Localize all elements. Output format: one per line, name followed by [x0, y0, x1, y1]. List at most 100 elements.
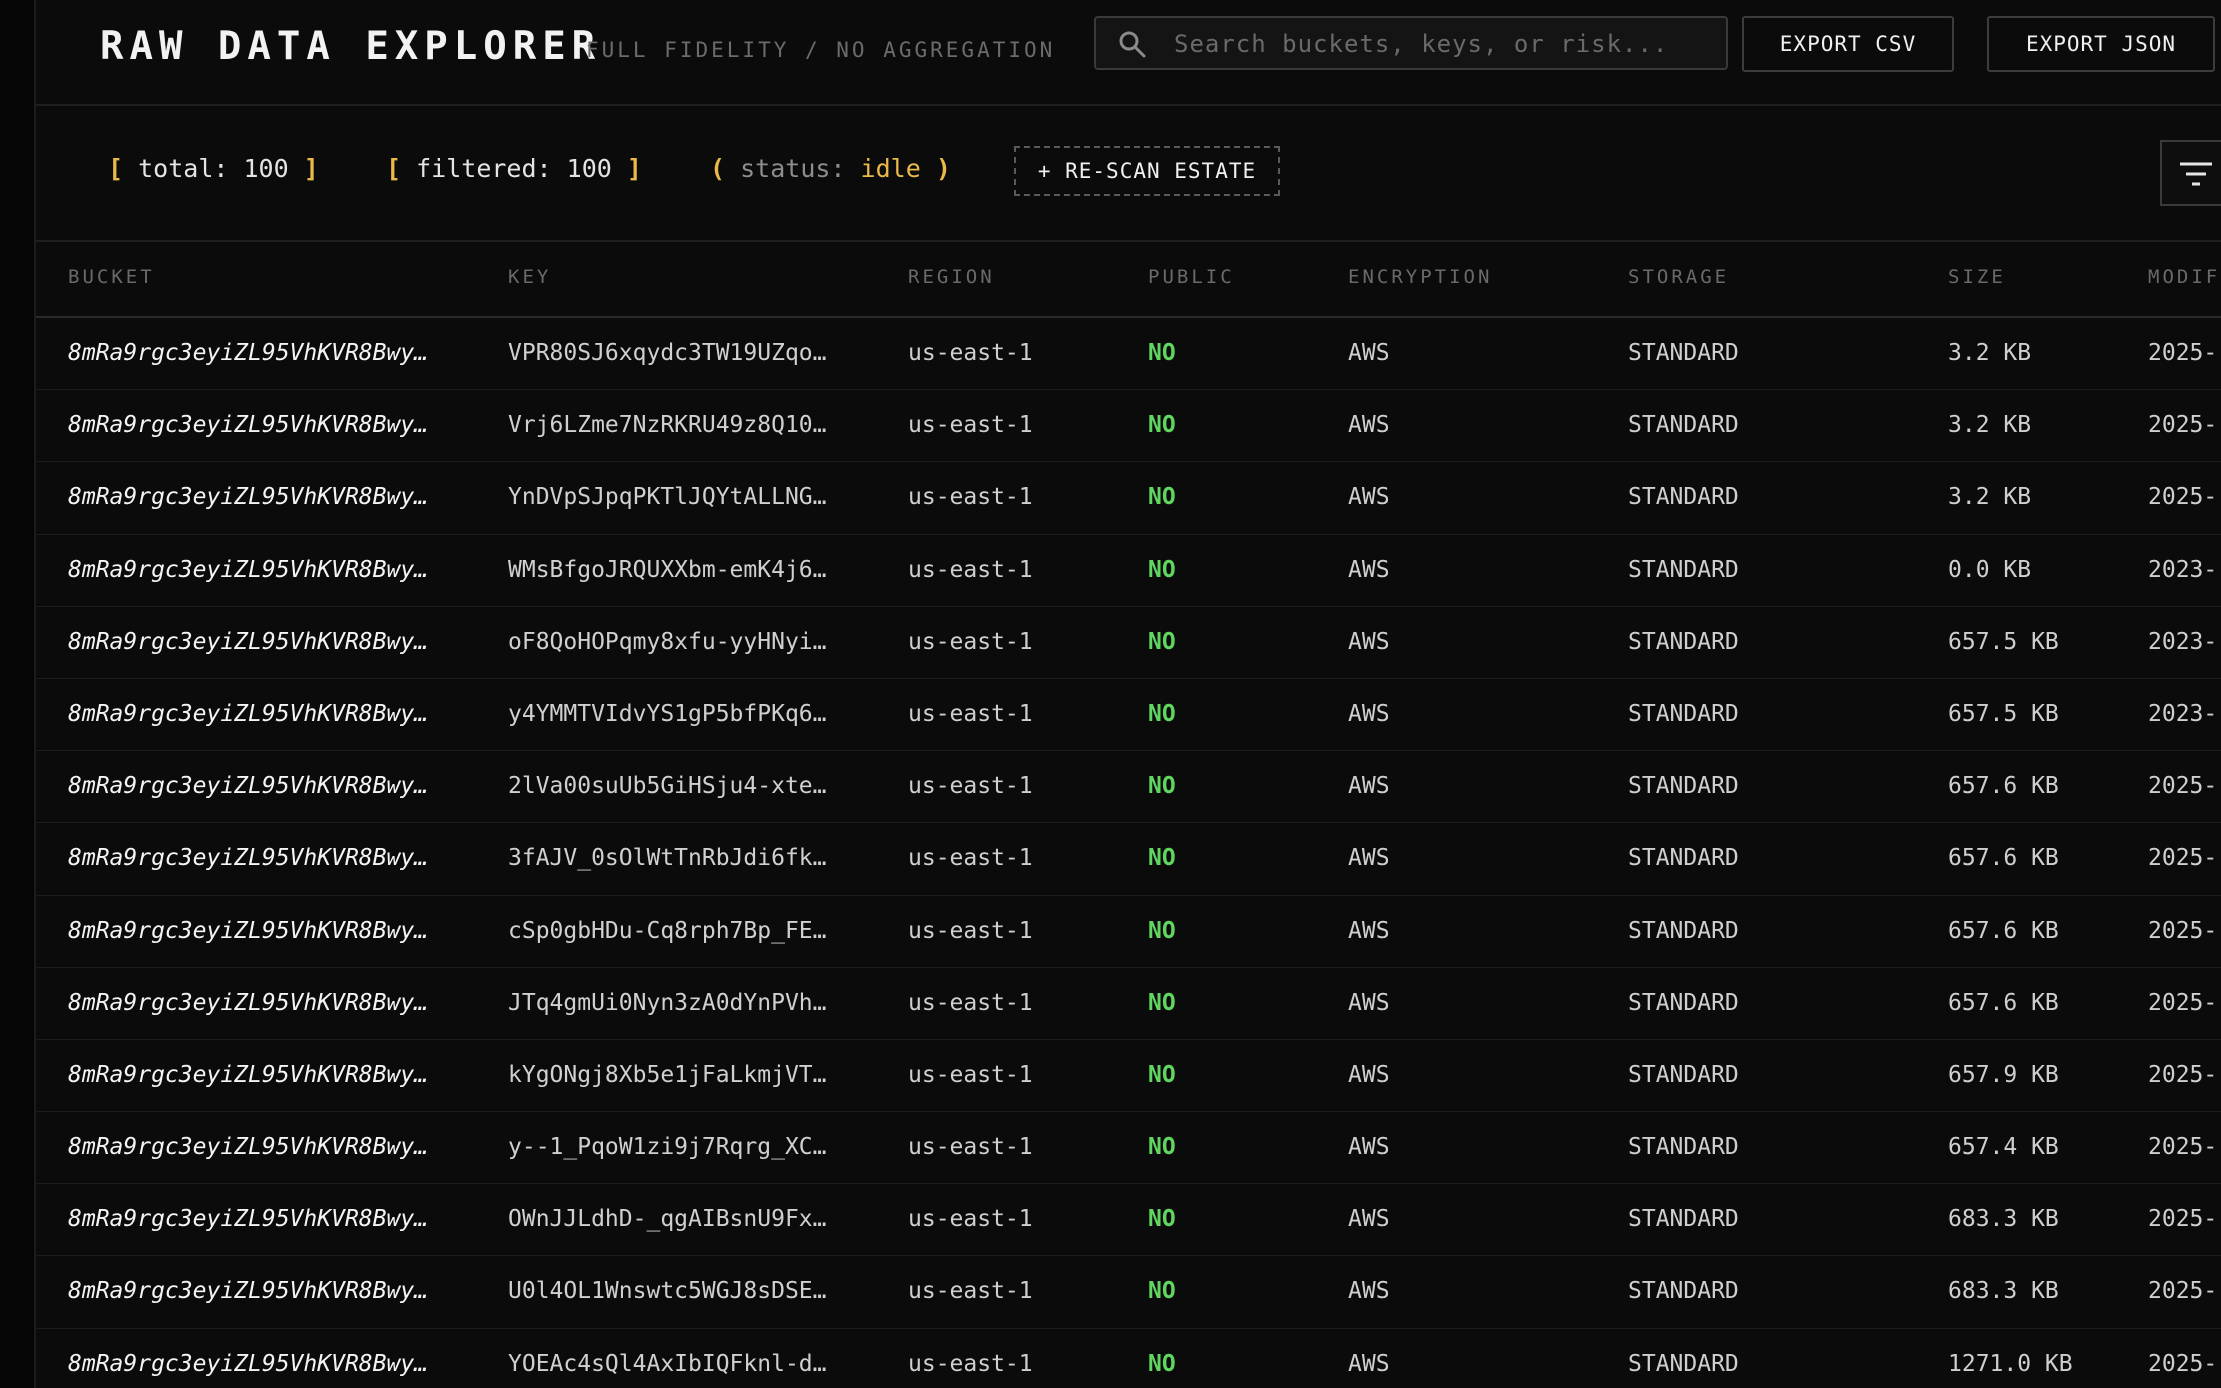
objects-table: BUCKET KEY REGION PUBLIC ENCRYPTION STOR…: [36, 242, 2221, 1388]
cell-public: NO: [1148, 340, 1176, 366]
cell-public: NO: [1148, 1278, 1176, 1305]
cell-modified: 2025-: [2148, 845, 2218, 872]
bracket-close: ]: [626, 154, 642, 183]
cell-region: us-east-1: [908, 1206, 1033, 1233]
cell-region: us-east-1: [908, 340, 1033, 366]
page-subtitle: FULL FIDELITY / NO AGGREGATION: [586, 38, 1056, 62]
cell-storage: STANDARD: [1628, 845, 1739, 872]
cell-modified: 2023-: [2148, 700, 2218, 727]
bracket-open: [: [108, 154, 124, 183]
export-json-button[interactable]: EXPORT JSON: [1987, 16, 2215, 72]
cell-public: NO: [1148, 556, 1176, 583]
cell-size: 657.5 KB: [1948, 628, 2059, 655]
paren-close: ): [935, 154, 951, 183]
table-row[interactable]: 8mRa9rgc3eyiZL95VhKVR8Bwy… WMsBfgoJRQUXXb…: [36, 535, 2221, 607]
cell-bucket: 8mRa9rgc3eyiZL95VhKVR8Bwy…: [68, 845, 429, 872]
column-header-public[interactable]: PUBLIC: [1148, 266, 1235, 288]
table-row[interactable]: 8mRa9rgc3eyiZL95VhKVR8Bwy… oF8QoHOPqmy8xf…: [36, 607, 2221, 679]
cell-region: us-east-1: [908, 1350, 1033, 1377]
cell-key: VPR80SJ6xqydc3TW19UZqo…: [508, 340, 827, 366]
cell-storage: STANDARD: [1628, 1134, 1739, 1161]
cell-encryption: AWS: [1348, 556, 1390, 583]
column-header-modified[interactable]: MODIF: [2148, 266, 2221, 288]
cell-key: cSp0gbHDu-Cq8rph7Bp_FE…: [508, 917, 827, 944]
filtered-count-stat: [ filtered: 100 ]: [386, 154, 642, 183]
table-row[interactable]: 8mRa9rgc3eyiZL95VhKVR8Bwy… JTq4gmUi0Nyn3z…: [36, 968, 2221, 1040]
cell-storage: STANDARD: [1628, 340, 1739, 366]
cell-storage: STANDARD: [1628, 1350, 1739, 1377]
cell-storage: STANDARD: [1628, 917, 1739, 944]
table-body: 8mRa9rgc3eyiZL95VhKVR8Bwy… VPR80SJ6xqydc3…: [36, 318, 2221, 1388]
filtered-value: 100: [566, 154, 612, 183]
cell-storage: STANDARD: [1628, 628, 1739, 655]
cell-modified: 2025-: [2148, 989, 2218, 1016]
cell-size: 657.6 KB: [1948, 845, 2059, 872]
cell-size: 0.0 KB: [1948, 556, 2032, 583]
cell-bucket: 8mRa9rgc3eyiZL95VhKVR8Bwy…: [68, 1061, 429, 1088]
cell-region: us-east-1: [908, 484, 1033, 511]
main-panel: RAW DATA EXPLORER FULL FIDELITY / NO AGG…: [36, 0, 2221, 1388]
app-window: RAW DATA EXPLORER FULL FIDELITY / NO AGG…: [0, 0, 2221, 1388]
cell-key: y4YMMTVIdvYS1gP5bfPKq6…: [508, 700, 827, 727]
cell-encryption: AWS: [1348, 340, 1390, 366]
cell-size: 657.9 KB: [1948, 1061, 2059, 1088]
cell-public: NO: [1148, 1350, 1176, 1377]
cell-encryption: AWS: [1348, 989, 1390, 1016]
cell-modified: 2025-: [2148, 1350, 2218, 1377]
cell-modified: 2025-: [2148, 1206, 2218, 1233]
table-row[interactable]: 8mRa9rgc3eyiZL95VhKVR8Bwy… kYgONgj8Xb5e1j…: [36, 1040, 2221, 1113]
table-row[interactable]: 8mRa9rgc3eyiZL95VhKVR8Bwy… YOEAc4sQl4AxIb…: [36, 1329, 2221, 1388]
search-box[interactable]: [1094, 16, 1728, 70]
cell-encryption: AWS: [1348, 628, 1390, 655]
cell-modified: 2025-: [2148, 484, 2218, 511]
search-input[interactable]: [1172, 18, 1716, 70]
cell-key: JTq4gmUi0Nyn3zA0dYnPVh…: [508, 989, 827, 1016]
column-header-key[interactable]: KEY: [508, 266, 551, 288]
table-row[interactable]: 8mRa9rgc3eyiZL95VhKVR8Bwy… 3fAJV_0sOlWtTn…: [36, 823, 2221, 896]
cell-modified: 2023-: [2148, 556, 2218, 583]
table-row[interactable]: 8mRa9rgc3eyiZL95VhKVR8Bwy… VPR80SJ6xqydc3…: [36, 318, 2221, 391]
rescan-estate-button[interactable]: + RE-SCAN ESTATE: [1014, 146, 1280, 196]
cell-public: NO: [1148, 773, 1176, 800]
cell-region: us-east-1: [908, 917, 1033, 944]
cell-key: U0l4OL1Wnswtc5WGJ8sDSE…: [508, 1278, 827, 1305]
cell-key: OWnJJLdhD-_qgAIBsnU9Fx…: [508, 1206, 827, 1233]
cell-storage: STANDARD: [1628, 556, 1739, 583]
cell-storage: STANDARD: [1628, 1061, 1739, 1088]
cell-public: NO: [1148, 1134, 1176, 1161]
table-row[interactable]: 8mRa9rgc3eyiZL95VhKVR8Bwy… y--1_PqoW1zi9j…: [36, 1112, 2221, 1185]
column-header-bucket[interactable]: BUCKET: [68, 266, 155, 288]
cell-public: NO: [1148, 700, 1176, 727]
table-row[interactable]: 8mRa9rgc3eyiZL95VhKVR8Bwy… Vrj6LZme7NzRKR…: [36, 390, 2221, 463]
left-rail: [0, 0, 36, 1388]
cell-public: NO: [1148, 628, 1176, 655]
table-row[interactable]: 8mRa9rgc3eyiZL95VhKVR8Bwy… 2lVa00suUb5GiH…: [36, 751, 2221, 824]
cell-bucket: 8mRa9rgc3eyiZL95VhKVR8Bwy…: [68, 556, 429, 583]
table-row[interactable]: 8mRa9rgc3eyiZL95VhKVR8Bwy… YnDVpSJpqPKTlJ…: [36, 462, 2221, 535]
table-row[interactable]: 8mRa9rgc3eyiZL95VhKVR8Bwy… U0l4OL1Wnswtc5…: [36, 1256, 2221, 1329]
cell-storage: STANDARD: [1628, 1206, 1739, 1233]
column-header-size[interactable]: SIZE: [1948, 266, 2006, 288]
column-header-region[interactable]: REGION: [908, 266, 995, 288]
cell-public: NO: [1148, 1206, 1176, 1233]
cell-bucket: 8mRa9rgc3eyiZL95VhKVR8Bwy…: [68, 340, 429, 366]
column-header-storage[interactable]: STORAGE: [1628, 266, 1729, 288]
cell-modified: 2025-: [2148, 917, 2218, 944]
cell-bucket: 8mRa9rgc3eyiZL95VhKVR8Bwy…: [68, 484, 429, 511]
cell-region: us-east-1: [908, 628, 1033, 655]
export-csv-button[interactable]: EXPORT CSV: [1742, 16, 1954, 72]
cell-key: Vrj6LZme7NzRKRU49z8Q10…: [508, 412, 827, 439]
column-header-encryption[interactable]: ENCRYPTION: [1348, 266, 1492, 288]
cell-key: kYgONgj8Xb5e1jFaLkmjVT…: [508, 1061, 827, 1088]
table-row[interactable]: 8mRa9rgc3eyiZL95VhKVR8Bwy… OWnJJLdhD-_qgA…: [36, 1184, 2221, 1257]
cell-region: us-east-1: [908, 773, 1033, 800]
cell-region: us-east-1: [908, 1061, 1033, 1088]
cell-bucket: 8mRa9rgc3eyiZL95VhKVR8Bwy…: [68, 917, 429, 944]
cell-size: 683.3 KB: [1948, 1206, 2059, 1233]
filter-button[interactable]: [2160, 140, 2221, 206]
table-row[interactable]: 8mRa9rgc3eyiZL95VhKVR8Bwy… y4YMMTVIdvYS1g…: [36, 679, 2221, 752]
cell-key: y--1_PqoW1zi9j7Rqrg_XC…: [508, 1134, 827, 1161]
cell-storage: STANDARD: [1628, 700, 1739, 727]
table-row[interactable]: 8mRa9rgc3eyiZL95VhKVR8Bwy… cSp0gbHDu-Cq8r…: [36, 896, 2221, 968]
cell-size: 3.2 KB: [1948, 484, 2032, 511]
